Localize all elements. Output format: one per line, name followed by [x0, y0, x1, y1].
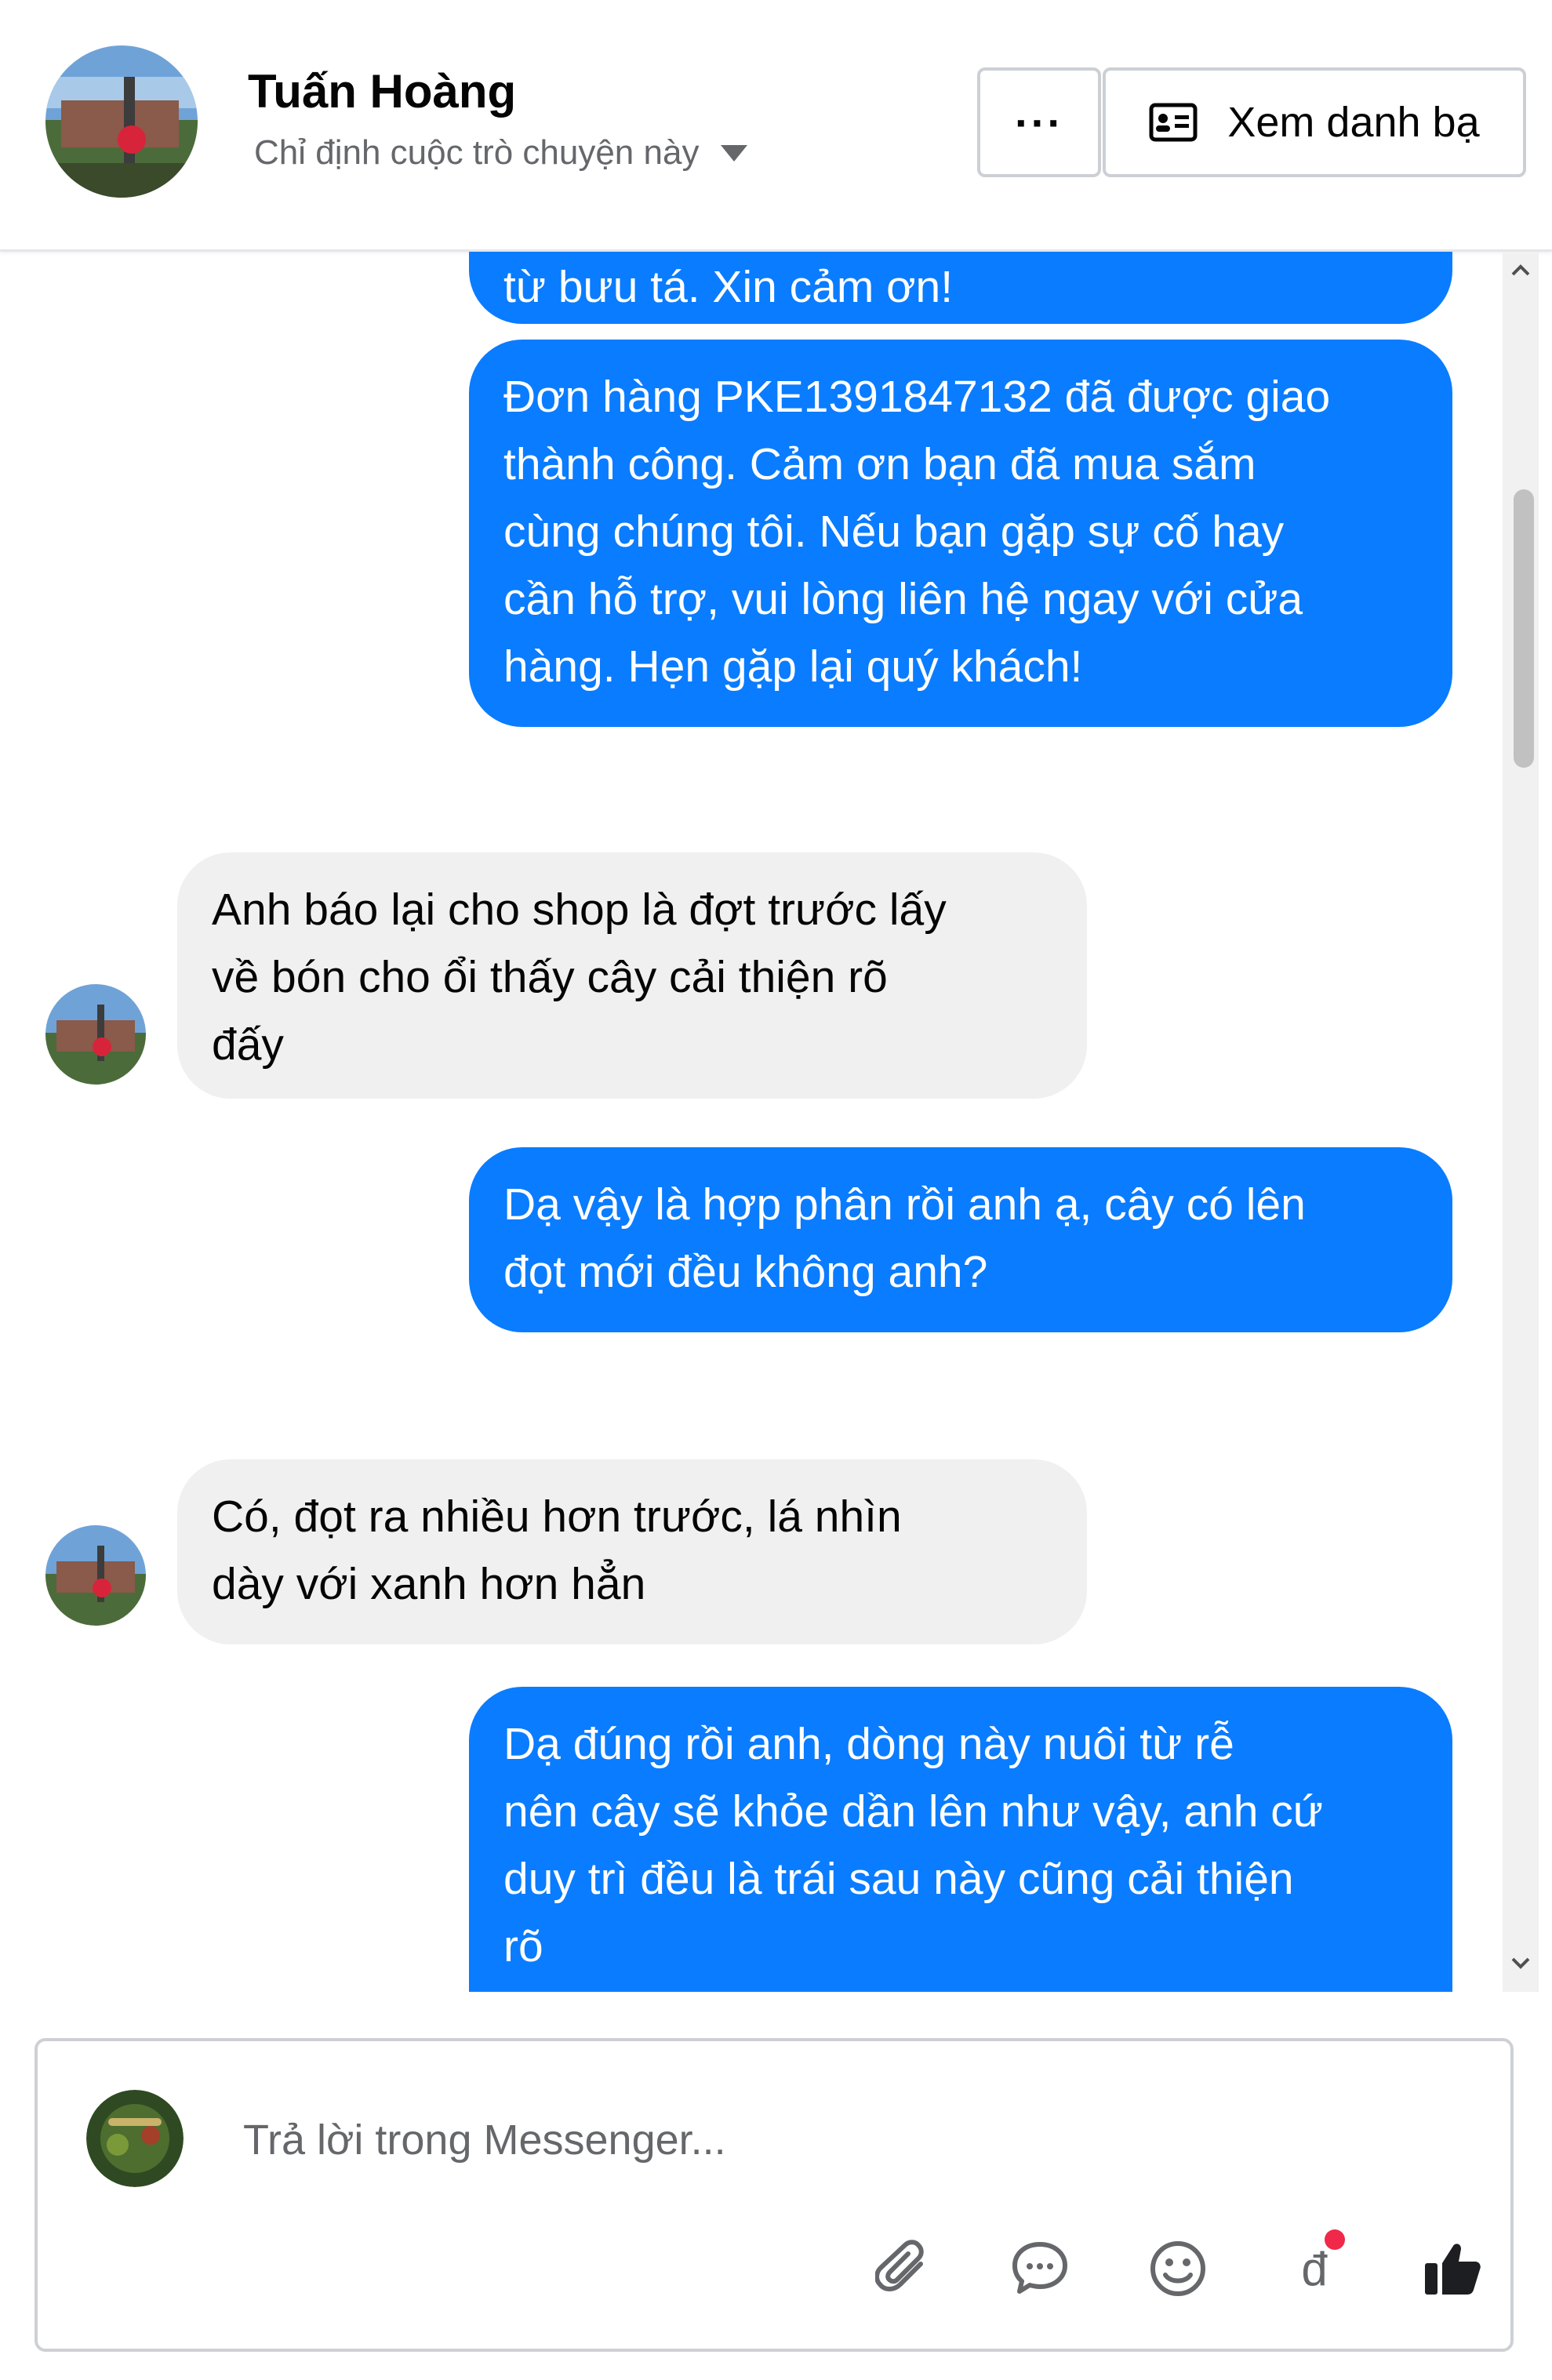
message-line: đấy	[212, 1019, 284, 1070]
message-list[interactable]: từ bưu tá. Xin cảm ơn! Đơn hàng PKE13918…	[0, 252, 1552, 1992]
message-text: từ bưu tá. Xin cảm ơn!	[503, 262, 954, 312]
message-line: cùng chúng tôi. Nếu bạn gặp sự cố hay	[503, 507, 1285, 557]
message-line: nên cây sẽ khỏe dần lên như vậy, anh cứ	[503, 1786, 1323, 1837]
message-line: về bón cho ổi thấy cây cải thiện rõ	[212, 952, 888, 1002]
more-label: ···	[1015, 97, 1063, 147]
sender-avatar	[45, 984, 146, 1085]
saved-replies-button[interactable]	[1001, 2229, 1079, 2308]
message-line: đọt mới đều không anh?	[503, 1247, 988, 1297]
thumbs-up-icon	[1425, 2244, 1481, 2295]
conversation-header: Tuấn Hoàng Chỉ định cuộc trò chuyện này …	[0, 0, 1552, 252]
sender-avatar	[45, 1525, 146, 1626]
emoji-button[interactable]	[1139, 2229, 1217, 2308]
message-outgoing[interactable]: Dạ vậy là hợp phân rồi anh ạ, cây có lên…	[469, 1147, 1452, 1332]
contact-avatar[interactable]	[45, 45, 198, 198]
message-line: Dạ vậy là hợp phân rồi anh ạ, cây có lên	[503, 1179, 1306, 1230]
currency-icon: đ	[1301, 2242, 1328, 2295]
view-contacts-label: Xem danh bạ	[1227, 99, 1480, 146]
view-contacts-button[interactable]: Xem danh bạ	[1103, 67, 1526, 177]
scroll-down-arrow-icon[interactable]	[1507, 1949, 1534, 1976]
message-line: Đơn hàng PKE1391847132 đã được giao	[503, 372, 1331, 422]
attach-button[interactable]	[864, 2229, 943, 2308]
reply-input[interactable]	[242, 2104, 1343, 2176]
page-avatar	[86, 2090, 184, 2187]
scroll-up-arrow-icon[interactable]	[1507, 257, 1534, 284]
assign-label: Chỉ định cuộc trò chuyện này	[254, 133, 700, 172]
message-incoming[interactable]: Có, đọt ra nhiều hơn trước, lá nhìn dày …	[177, 1459, 1087, 1644]
message-outgoing[interactable]: từ bưu tá. Xin cảm ơn!	[469, 252, 1452, 324]
message-outgoing[interactable]: Dạ đúng rồi anh, dòng này nuôi từ rễ nên…	[469, 1687, 1452, 1992]
caret-down-icon	[721, 144, 748, 162]
message-line: duy trì đều là trái sau này cũng cải thi…	[503, 1854, 1294, 1904]
message-line: Dạ đúng rồi anh, dòng này nuôi từ rễ	[503, 1719, 1234, 1769]
chat-bubble-icon	[1012, 2242, 1067, 2294]
emoji-icon	[1150, 2241, 1205, 2296]
message-line: Có, đọt ra nhiều hơn trước, lá nhìn	[212, 1492, 902, 1542]
message-incoming[interactable]: Anh báo lại cho shop là đợt trước lấy về…	[177, 852, 1087, 1099]
message-outgoing[interactable]: Đơn hàng PKE1391847132 đã được giao thàn…	[469, 340, 1452, 727]
paperclip-icon	[875, 2240, 924, 2291]
message-line: dày với xanh hơn hẳn	[212, 1559, 646, 1609]
more-options-button[interactable]: ···	[977, 67, 1101, 177]
payment-button[interactable]: đ	[1275, 2229, 1354, 2308]
message-line: thành công. Cảm ơn bạn đã mua sắm	[503, 439, 1256, 489]
contact-card-icon	[1149, 103, 1198, 142]
assign-conversation-dropdown[interactable]: Chỉ định cuộc trò chuyện này	[254, 133, 748, 173]
contact-name: Tuấn Hoàng	[248, 65, 517, 118]
notification-dot	[1325, 2229, 1345, 2250]
message-line: hàng. Hẹn gặp lại quý khách!	[503, 641, 1083, 692]
message-line: cần hỗ trợ, vui lòng liên hệ ngay với cử…	[503, 574, 1303, 624]
reply-composer: đ	[35, 2038, 1514, 2352]
scrollbar-thumb[interactable]	[1514, 489, 1534, 768]
like-button[interactable]	[1413, 2229, 1492, 2308]
message-line: Anh báo lại cho shop là đợt trước lấy	[212, 885, 947, 935]
message-line: rõ	[503, 1921, 543, 1971]
